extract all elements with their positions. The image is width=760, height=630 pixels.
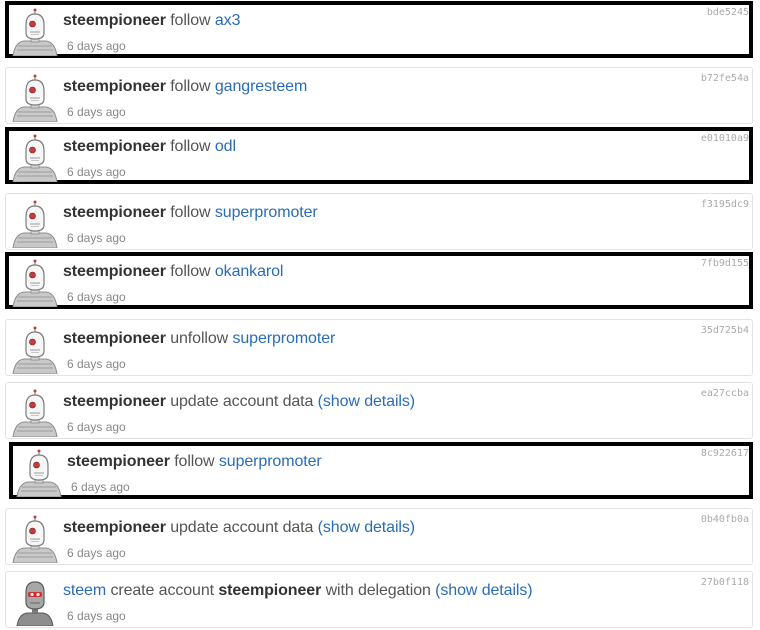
account-link[interactable]: steempioneer bbox=[63, 12, 166, 29]
timestamp[interactable]: 6 days ago bbox=[63, 165, 659, 179]
target-link[interactable]: ax3 bbox=[215, 12, 241, 29]
account-link[interactable]: steempioneer bbox=[63, 78, 166, 95]
transaction-id-link[interactable]: 35d725b4 bbox=[701, 325, 749, 336]
account-link[interactable]: steempioneer bbox=[67, 453, 170, 470]
operation-verb: update account data bbox=[170, 393, 314, 410]
timestamp[interactable]: 6 days ago bbox=[63, 39, 659, 53]
operation-verb: create account bbox=[110, 582, 214, 599]
operation-item: steempioneer follow ax3 6 days ago bde52… bbox=[5, 1, 753, 58]
operation-text: steempioneer follow ax3 bbox=[63, 12, 659, 30]
robot-avatar-icon[interactable] bbox=[11, 515, 59, 563]
operation-verb: follow bbox=[170, 78, 211, 95]
operation-item: steempioneer follow superpromoter 6 days… bbox=[9, 442, 753, 499]
show-details-link[interactable]: (show details) bbox=[318, 393, 415, 410]
transaction-id-link[interactable]: 7fb9d155 bbox=[701, 258, 749, 269]
operation-text: steempioneer follow superpromoter bbox=[67, 453, 659, 471]
operation-item: steempioneer update account data (show d… bbox=[5, 382, 753, 439]
robot-avatar-icon[interactable] bbox=[11, 259, 59, 307]
operation-text: steempioneer follow gangresteem bbox=[63, 78, 662, 96]
transaction-id-link[interactable]: 8c922617 bbox=[701, 448, 749, 459]
timestamp[interactable]: 6 days ago bbox=[63, 609, 662, 623]
target-link[interactable]: gangresteem bbox=[215, 78, 307, 95]
robot-avatar-icon[interactable] bbox=[11, 326, 59, 374]
operation-text: steempioneer unfollow superpromoter bbox=[63, 330, 662, 348]
timestamp[interactable]: 6 days ago bbox=[63, 420, 662, 434]
operation-item: steempioneer follow gangresteem 6 days a… bbox=[5, 67, 753, 124]
robot-avatar-icon[interactable] bbox=[11, 578, 59, 626]
transaction-id-link[interactable]: 27b0f118 bbox=[701, 577, 749, 588]
operation-verb: update account data bbox=[170, 519, 314, 536]
timestamp[interactable]: 6 days ago bbox=[63, 231, 662, 245]
account-link[interactable]: steempioneer bbox=[63, 519, 166, 536]
operation-verb: follow bbox=[174, 453, 215, 470]
robot-avatar-icon[interactable] bbox=[11, 389, 59, 437]
operation-verb: follow bbox=[170, 138, 211, 155]
target-link[interactable]: superpromoter bbox=[219, 453, 322, 470]
operations-feed: steempioneer follow ax3 6 days ago bde52… bbox=[0, 0, 760, 630]
robot-avatar-icon[interactable] bbox=[11, 74, 59, 122]
operation-item: steempioneer follow okankarol 6 days ago… bbox=[5, 252, 753, 309]
operation-text: steempioneer update account data (show d… bbox=[63, 519, 662, 537]
transaction-id-link[interactable]: ea27ccba bbox=[701, 388, 749, 399]
operation-text: steempioneer follow superpromoter bbox=[63, 204, 662, 222]
account-link[interactable]: steempioneer bbox=[63, 263, 166, 280]
robot-avatar-icon[interactable] bbox=[11, 200, 59, 248]
operation-text: steempioneer update account data (show d… bbox=[63, 393, 662, 411]
timestamp[interactable]: 6 days ago bbox=[63, 105, 662, 119]
target-link[interactable]: okankarol bbox=[215, 263, 284, 280]
target-link[interactable]: superpromoter bbox=[215, 204, 318, 221]
account-link[interactable]: steempioneer bbox=[63, 330, 166, 347]
operation-verb: unfollow bbox=[170, 330, 229, 347]
timestamp[interactable]: 6 days ago bbox=[63, 357, 662, 371]
timestamp[interactable]: 6 days ago bbox=[63, 546, 662, 560]
account-link[interactable]: steempioneer bbox=[63, 138, 166, 155]
creator-account-link[interactable]: steem bbox=[63, 582, 106, 599]
transaction-id-link[interactable]: e01010a9 bbox=[701, 133, 749, 144]
account-link[interactable]: steempioneer bbox=[218, 582, 321, 599]
target-link[interactable]: superpromoter bbox=[232, 330, 335, 347]
show-details-link[interactable]: (show details) bbox=[318, 519, 415, 536]
transaction-id-link[interactable]: b72fe54a bbox=[701, 73, 749, 84]
timestamp[interactable]: 6 days ago bbox=[67, 480, 659, 494]
robot-avatar-icon[interactable] bbox=[11, 134, 59, 182]
operation-text: steempioneer follow odl bbox=[63, 138, 659, 156]
operation-verb: follow bbox=[170, 204, 211, 221]
operation-verb: follow bbox=[170, 263, 211, 280]
operation-item: steempioneer update account data (show d… bbox=[5, 508, 753, 565]
operation-text: steempioneer follow okankarol bbox=[63, 263, 659, 281]
operation-verb: follow bbox=[170, 12, 211, 29]
operation-suffix: with delegation bbox=[325, 582, 431, 599]
account-link[interactable]: steempioneer bbox=[63, 393, 166, 410]
transaction-id-link[interactable]: 0b40fb0a bbox=[701, 514, 749, 525]
account-link[interactable]: steempioneer bbox=[63, 204, 166, 221]
operation-text: steem create account steempioneer with d… bbox=[63, 582, 662, 600]
show-details-link[interactable]: (show details) bbox=[435, 582, 532, 599]
timestamp[interactable]: 6 days ago bbox=[63, 290, 659, 304]
operation-item: steempioneer unfollow superpromoter 6 da… bbox=[5, 319, 753, 376]
operation-item: steempioneer follow superpromoter 6 days… bbox=[5, 193, 753, 250]
operation-item: steem create account steempioneer with d… bbox=[5, 571, 753, 628]
robot-avatar-icon[interactable] bbox=[11, 8, 59, 56]
target-link[interactable]: odl bbox=[215, 138, 236, 155]
operation-item: steempioneer follow odl 6 days ago e0101… bbox=[5, 127, 753, 184]
robot-avatar-icon[interactable] bbox=[15, 449, 63, 497]
transaction-id-link[interactable]: bde5245 bbox=[707, 7, 749, 18]
transaction-id-link[interactable]: f3195dc9 bbox=[701, 199, 749, 210]
